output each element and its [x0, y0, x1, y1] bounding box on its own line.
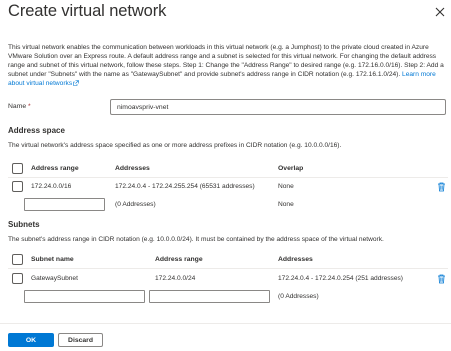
footer-divider [0, 323, 451, 324]
delete-icon[interactable] [437, 182, 446, 192]
new-subnet-name-input[interactable] [24, 290, 145, 303]
address-space-description: The virtual network's address space spec… [8, 142, 342, 149]
overlap-cell: None [278, 183, 294, 190]
new-subnet-addresses-cell: (0 Addresses) [278, 293, 319, 300]
col-overlap: Overlap [278, 165, 304, 172]
subnets-description: The subnet's address range in CIDR notat… [8, 236, 384, 243]
address-row-checkbox[interactable] [12, 181, 23, 192]
intro-description: This virtual network enables the communi… [8, 43, 448, 88]
name-input[interactable] [110, 99, 446, 115]
col-subnet-name: Subnet name [31, 256, 74, 263]
addresses-cell: 172.24.0.4 - 172.24.255.254 (65531 addre… [115, 183, 255, 190]
subnet-range-cell: 172.24.0.0/24 [155, 275, 196, 282]
external-link-icon [73, 80, 79, 87]
required-asterisk: * [28, 103, 31, 110]
new-addresses-cell: (0 Addresses) [115, 201, 156, 208]
new-overlap-cell: None [278, 201, 294, 208]
new-subnet-range-input[interactable] [149, 290, 270, 303]
intro-text: This virtual network enables the communi… [8, 44, 444, 79]
divider [8, 268, 448, 269]
divider [8, 177, 448, 178]
name-label: Name * [8, 103, 31, 110]
col-address-range: Address range [31, 165, 79, 172]
col-addresses: Addresses [115, 165, 150, 172]
col-subnet-address-range: Address range [155, 256, 203, 263]
col-subnet-addresses: Addresses [278, 256, 313, 263]
subnet-addresses-cell: 172.24.0.4 - 172.24.0.254 (251 addresses… [278, 275, 404, 282]
ok-button[interactable]: OK [8, 333, 54, 347]
discard-button[interactable]: Discard [58, 333, 103, 347]
delete-icon[interactable] [437, 274, 446, 284]
select-all-subnets-checkbox[interactable] [12, 254, 23, 265]
address-range-cell: 172.24.0.0/16 [31, 183, 72, 190]
subnet-row-checkbox[interactable] [12, 273, 23, 284]
subnet-name-cell: GatewaySubnet [31, 275, 78, 282]
close-icon[interactable] [433, 5, 447, 19]
subnets-heading: Subnets [8, 220, 40, 229]
address-space-heading: Address space [8, 126, 65, 135]
new-address-range-input[interactable] [24, 198, 105, 211]
page-title: Create virtual network [8, 2, 167, 20]
select-all-address-checkbox[interactable] [12, 163, 23, 174]
